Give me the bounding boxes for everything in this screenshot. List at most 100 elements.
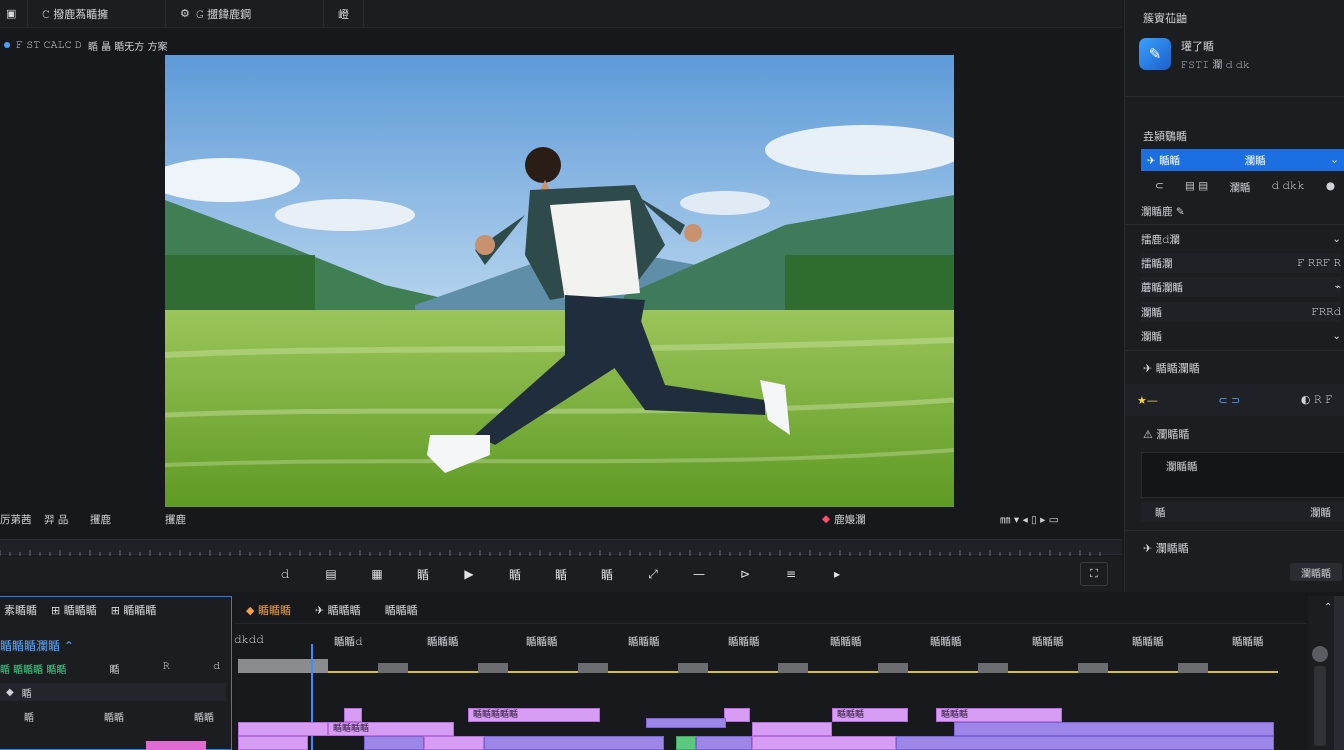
marker-icon: ◆: [822, 513, 831, 525]
clip-q[interactable]: [752, 736, 896, 750]
ctrl-10[interactable]: ⊳: [735, 567, 755, 581]
tab-timeline-3[interactable]: 瞃瞃瞃: [385, 602, 418, 618]
settings-icon: ⚙: [180, 7, 190, 20]
clip-o[interactable]: [676, 736, 696, 750]
media-tabs: 素瞃瞃 ⊞ 瞃瞃瞃 ⊞ 瞃瞃瞃: [0, 597, 232, 623]
tab-media[interactable]: 素瞃瞃: [4, 602, 37, 618]
asset-title: 瓘了瞃: [1181, 40, 1214, 53]
media-items: 瞃 瞃瞃 瞃瞃: [24, 713, 214, 724]
prop-row-0[interactable]: 擂鹿𝚍瀾 ⌄: [1141, 229, 1341, 249]
tab-audio[interactable]: ⊞ 瞃瞃瞃: [51, 602, 97, 618]
track-thumbnails: [238, 659, 1208, 673]
divider-2: [1125, 224, 1344, 225]
media-panel: 素瞃瞃 ⊞ 瞃瞃瞃 ⊞ 瞃瞃瞃 瞃瞃瞃瀾瞃 ⌃ 瞃 瞃瞃瞃 瞃瞃 瞃 𝚁 𝚍 ◆…: [0, 596, 232, 750]
divider-3: [1125, 350, 1344, 351]
ctrl-9[interactable]: —: [689, 567, 709, 581]
clip-f[interactable]: [238, 722, 328, 736]
marker-label[interactable]: ◆ 鹿嬝瀾: [822, 512, 866, 527]
zoom-slider[interactable]: [1314, 666, 1326, 746]
toolbar-item-1[interactable]: 𝙲 撥鹿蒍瞃擁: [28, 0, 166, 28]
toolbar-item-2[interactable]: ⚙ 𝙶 擝鍏鹿鋼: [166, 0, 324, 28]
sub-toolbar: 𝙵 𝚂𝚃 𝙲𝙰𝙻𝙲 𝙳 瞃 瞐 瞃旡方 方案: [0, 36, 240, 54]
play-icon[interactable]: ▶: [459, 567, 479, 581]
clip-j[interactable]: [954, 722, 1274, 736]
playback-controls: 𝚍 ▤ ▦ 瞃 ▶ 瞃 瞃 瞃 ⤢ — ⊳ ≡ ▸: [0, 556, 1122, 592]
tab-timeline-2[interactable]: ✈ 瞃瞃瞃: [315, 602, 361, 618]
prop-row-3[interactable]: 瀾瞃 𝙵𝚁𝚁𝚍: [1141, 302, 1341, 322]
clip-b[interactable]: 瞃瞃瞃瞃瞃: [468, 708, 600, 722]
asset-icon: ✎: [1148, 45, 1162, 63]
viewer-info-bar: 厉苐茜 羿 品 攫鹿 攫鹿 ◆ 鹿嬝瀾 ㎜ ▾ ◂ ▯ ▸ ▭: [0, 512, 1059, 527]
media-title[interactable]: 瞃瞃瞃瀾瞃 ⌃: [0, 637, 74, 654]
footer-label: ✈ 瀾瞃瞃: [1143, 542, 1189, 555]
clip-p[interactable]: [696, 736, 752, 750]
tab-timeline-1[interactable]: ◆ 瞃瞃瞃: [246, 602, 291, 618]
prop-row-1[interactable]: 擂瞃瀾 𝙵 𝚁𝚁𝙵 𝚁: [1141, 253, 1341, 273]
clip-r[interactable]: [896, 736, 1274, 750]
ctrl-2[interactable]: ▦: [367, 567, 387, 581]
asset-subtitle: 𝙵𝚂𝚃𝙸 瀾 𝚍 𝚍𝚔: [1181, 60, 1250, 71]
clip-l[interactable]: [364, 736, 424, 750]
viewer-tools[interactable]: ㎜ ▾ ◂ ▯ ▸ ▭: [1000, 512, 1059, 527]
tool-5[interactable]: ●: [1326, 180, 1335, 195]
selected-layer-row[interactable]: ✈ 瞃瞃 瀾瞃 ⌄: [1141, 149, 1344, 171]
section-title-1: 垚潁鸀瞃: [1143, 130, 1187, 143]
timeline-tabs: ◆ 瞃瞃瞃 ✈ 瞃瞃瞃 瞃瞃瞃: [234, 596, 1306, 624]
tool-1[interactable]: ⊂: [1155, 180, 1164, 195]
clip-i[interactable]: [752, 722, 832, 736]
clip-g[interactable]: 瞃瞃瞃瞃: [328, 722, 454, 736]
top-toolbar: ▣ 𝙲 撥鹿蒍瞃擁 ⚙ 𝙶 擝鍏鹿鋼 嶝: [0, 0, 1122, 28]
ruler-ticks: [0, 550, 1101, 556]
fullscreen-icon: ⛶: [1090, 567, 1098, 580]
time-ruler[interactable]: [0, 539, 1122, 556]
divider: [1125, 96, 1344, 97]
properties-panel: 簇賨苮鼬 ✎ 瓘了瞃 𝙵𝚂𝚃𝙸 瀾 𝚍 𝚍𝚔 垚潁鸀瞃 ✈ 瞃瞃 瀾瞃 ⌄ ⊂ …: [1124, 0, 1344, 592]
ctrl-1[interactable]: ▤: [321, 567, 341, 581]
asset-thumbnail[interactable]: ✎: [1139, 38, 1171, 70]
ctrl-6[interactable]: 瞃: [551, 566, 571, 583]
clip-c[interactable]: [724, 708, 750, 722]
clip-h[interactable]: [646, 718, 726, 728]
clip-a[interactable]: [344, 708, 362, 722]
video-preview[interactable]: [165, 55, 954, 507]
ctrl-7[interactable]: 瞃: [597, 566, 617, 583]
divider-4: [1125, 530, 1344, 531]
expand-icon[interactable]: ⤢: [643, 567, 663, 582]
ctrl-3[interactable]: 瞃: [413, 566, 433, 583]
timeline-side-controls: ⌃: [1308, 596, 1344, 750]
footer-button[interactable]: 瀾瞃瞃: [1290, 563, 1342, 581]
effects-title: ✈ 瞃瞃瀾瞃: [1143, 362, 1200, 375]
vertical-scrollbar[interactable]: [1334, 596, 1344, 750]
video-track[interactable]: [238, 659, 1278, 673]
status-dot-icon: [4, 42, 10, 48]
clip-m[interactable]: [424, 736, 484, 750]
tool-3[interactable]: 瀾瞃: [1229, 180, 1250, 195]
clip-e[interactable]: 瞃瞃瞃: [936, 708, 1062, 722]
layer-sub-row[interactable]: 瀾瞃鹿 ✎: [1141, 204, 1344, 219]
zoom-toggle[interactable]: 羿 品: [44, 512, 68, 527]
layer-tools: ⊂ ▤ ▤ 瀾瞃 𝚍 𝚍𝚔𝚔 ●: [1155, 180, 1335, 195]
prop-row-2[interactable]: 蘑瞃瀾瞃 ⌁: [1141, 277, 1341, 297]
toolbar-item-3[interactable]: 嶝: [324, 0, 364, 28]
collapse-icon[interactable]: ⌃: [1324, 602, 1334, 616]
tool-4[interactable]: 𝚍 𝚍𝚔𝚔: [1272, 180, 1305, 195]
tool-2[interactable]: ▤ ▤: [1185, 180, 1208, 195]
fullscreen-button[interactable]: ⛶: [1080, 562, 1108, 586]
bottom-row[interactable]: 瞃 瀾瞃: [1141, 502, 1344, 522]
clip-n[interactable]: [484, 736, 664, 750]
ctrl-0[interactable]: 𝚍: [275, 567, 295, 582]
panel-header: 簇賨苮鼬: [1143, 12, 1187, 25]
zoom-handle-icon[interactable]: [1312, 646, 1328, 662]
prop-row-4[interactable]: 瀾瞃 ⌄: [1141, 326, 1341, 346]
effects-row[interactable]: ★— ⊂ ⊃ ◐ 𝚁 𝙵: [1125, 384, 1344, 416]
menu-icon[interactable]: ≡: [781, 567, 801, 581]
tab-text[interactable]: ⊞ 瞃瞃瞃: [111, 602, 157, 618]
media-filter-row: 瞃 瞃瞃瞃 瞃瞃 瞃 𝚁 𝚍: [0, 661, 220, 676]
ctrl-12[interactable]: ▸: [827, 567, 847, 581]
text-input-box[interactable]: 瀾瞃瞃: [1141, 452, 1344, 498]
ctrl-5[interactable]: 瞃: [505, 566, 525, 583]
clip-k[interactable]: [238, 736, 308, 750]
media-folder-row[interactable]: ◆ 瞃: [0, 683, 226, 701]
app-menu-button[interactable]: ▣: [0, 0, 28, 28]
clip-d[interactable]: 瞃瞃瞃: [832, 708, 908, 722]
